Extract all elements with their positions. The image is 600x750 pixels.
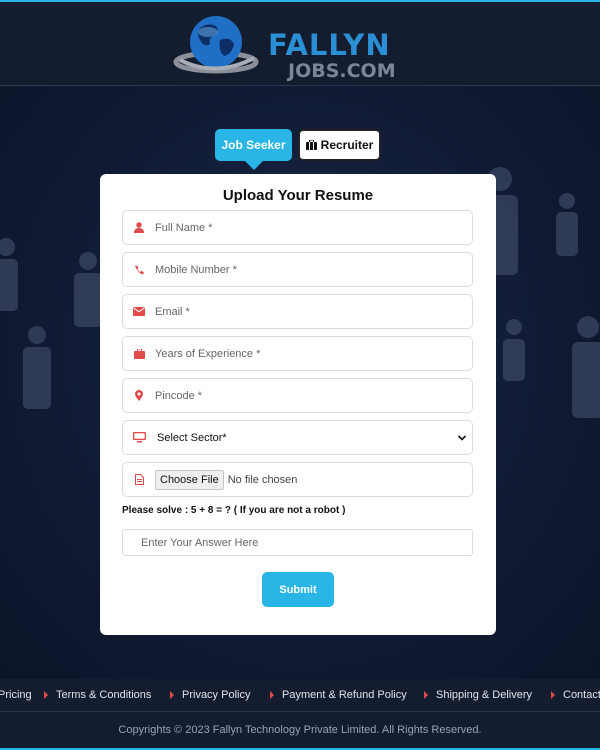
submit-button[interactable]: Submit bbox=[262, 572, 334, 607]
footer-link-terms[interactable]: Terms & Conditions bbox=[44, 689, 151, 701]
resume-file-field[interactable]: Choose File No file chosen bbox=[122, 462, 473, 497]
pincode-input[interactable] bbox=[155, 389, 455, 402]
resume-upload-form: Upload Your Resume Select Sect bbox=[100, 174, 496, 635]
tab-recruiter[interactable]: Recruiter bbox=[298, 129, 381, 161]
monitor-icon bbox=[123, 432, 155, 443]
phone-icon bbox=[123, 265, 155, 275]
experience-input[interactable] bbox=[155, 347, 455, 360]
sector-select[interactable]: Select Sector* bbox=[122, 420, 473, 455]
location-pin-icon bbox=[123, 390, 155, 401]
captcha-answer-field[interactable] bbox=[122, 529, 473, 556]
footer-link-refund[interactable]: Payment & Refund Policy bbox=[270, 689, 407, 701]
caret-right-icon bbox=[551, 691, 555, 699]
experience-field[interactable] bbox=[122, 336, 473, 371]
email-field[interactable] bbox=[122, 294, 473, 329]
user-icon bbox=[123, 222, 155, 233]
mobile-number-field[interactable] bbox=[122, 252, 473, 287]
captcha-answer-input[interactable] bbox=[141, 536, 461, 549]
copyright-text: Copyrights © 2023 Fallyn Technology Priv… bbox=[0, 713, 600, 750]
form-title: Upload Your Resume bbox=[222, 187, 374, 204]
site-header: FALLYN JOBS.COM bbox=[0, 2, 600, 86]
full-name-field[interactable] bbox=[122, 210, 473, 245]
file-status: No file chosen bbox=[227, 473, 298, 486]
footer-link-privacy[interactable]: Privacy Policy bbox=[170, 689, 250, 701]
chevron-down-icon bbox=[452, 434, 472, 441]
briefcase-icon bbox=[123, 348, 155, 359]
globe-logo-icon bbox=[173, 16, 259, 74]
footer-link-pricing[interactable]: Pricing bbox=[0, 689, 32, 701]
sector-selected-value: Select Sector* bbox=[157, 431, 227, 444]
envelope-icon bbox=[123, 307, 155, 316]
caret-right-icon bbox=[44, 691, 48, 699]
full-name-input[interactable] bbox=[155, 221, 455, 234]
brand-logo[interactable]: FALLYN JOBS.COM bbox=[172, 10, 432, 82]
tab-job-seeker[interactable]: Job Seeker bbox=[215, 129, 292, 170]
footer-link-contact[interactable]: Contact bbox=[551, 689, 600, 701]
pincode-field[interactable] bbox=[122, 378, 473, 413]
caret-right-icon bbox=[424, 691, 428, 699]
briefcase-icon bbox=[305, 140, 317, 150]
choose-file-button[interactable]: Choose File bbox=[155, 469, 224, 490]
tab-job-seeker-label: Job Seeker bbox=[221, 138, 286, 152]
email-input[interactable] bbox=[155, 305, 455, 318]
caret-right-icon bbox=[170, 691, 174, 699]
footer-links: Pricing Terms & Conditions Privacy Polic… bbox=[0, 679, 600, 712]
footer-link-shipping[interactable]: Shipping & Delivery bbox=[424, 689, 532, 701]
mobile-number-input[interactable] bbox=[155, 263, 455, 276]
captcha-question: Please solve : 5 + 8 = ? ( If you are no… bbox=[122, 505, 346, 516]
brand-domain: JOBS.COM bbox=[288, 60, 396, 82]
brand-name: FALLYN bbox=[268, 28, 391, 62]
tab-recruiter-label: Recruiter bbox=[320, 138, 374, 152]
active-tab-pointer bbox=[245, 161, 263, 170]
file-icon bbox=[123, 474, 155, 485]
caret-right-icon bbox=[270, 691, 274, 699]
